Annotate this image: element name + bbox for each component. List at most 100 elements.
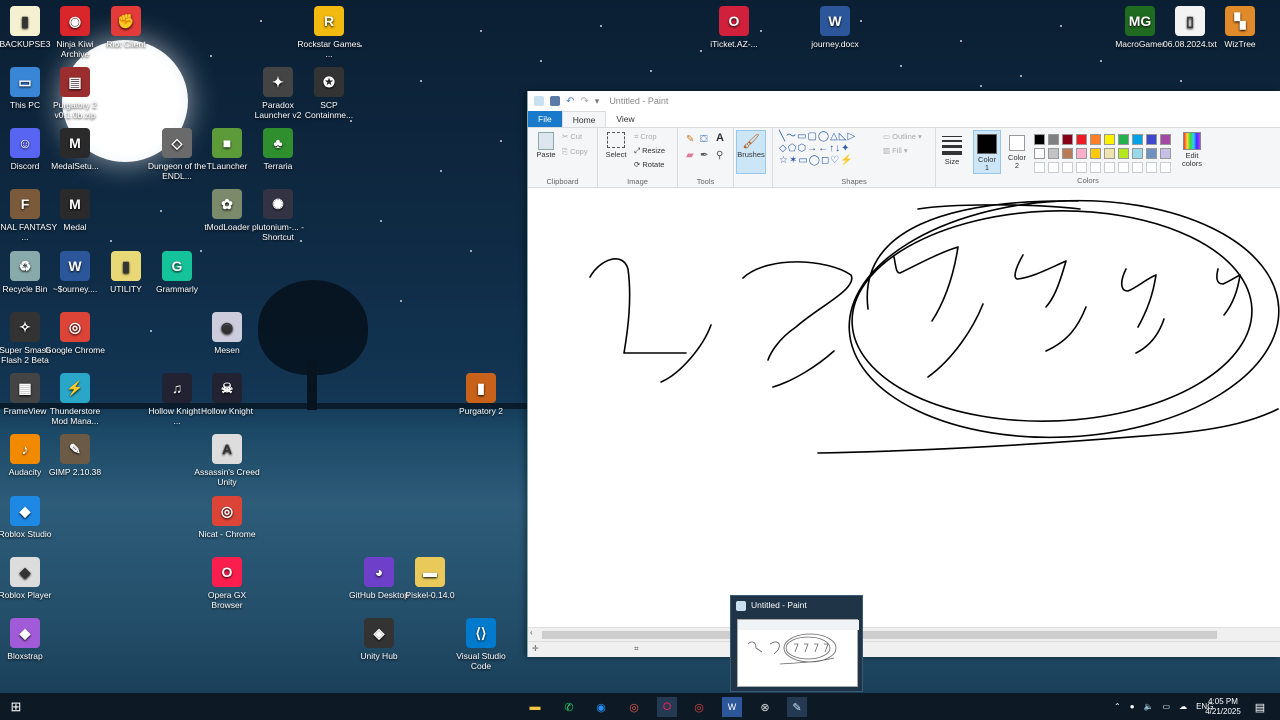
icon-wiztree[interactable]: ▚ WizTree xyxy=(1207,6,1273,49)
palette-empty-swatch[interactable] xyxy=(1146,162,1157,173)
quick-access-dropdown-icon[interactable]: ▾ xyxy=(595,96,600,107)
palette-swatch[interactable] xyxy=(1076,134,1087,145)
palette-swatch[interactable] xyxy=(1048,148,1059,159)
palette-swatch[interactable] xyxy=(1132,148,1143,159)
scrollbar-thumb[interactable] xyxy=(542,631,1217,639)
color1-button[interactable]: Color 1 xyxy=(973,130,1001,174)
select-button[interactable]: Select xyxy=(604,132,628,159)
cut-button[interactable]: ✂ Cut xyxy=(562,132,582,141)
palette-swatch[interactable] xyxy=(1160,134,1171,145)
brushes-button[interactable]: 🖌 Brushes xyxy=(736,130,766,174)
color-picker-icon[interactable]: ✒ xyxy=(700,150,708,161)
taskbar-thumbnail-preview[interactable]: Untitled - Paint xyxy=(730,595,863,692)
redo-icon[interactable]: ↷ xyxy=(580,96,588,107)
icon-nicat-chrome[interactable]: ◎ Nicat - Chrome xyxy=(194,496,260,539)
palette-swatch[interactable] xyxy=(1062,148,1073,159)
palette-empty-swatch[interactable] xyxy=(1090,162,1101,173)
magnifier-icon[interactable]: ⚲ xyxy=(716,150,723,161)
palette-empty-swatch[interactable] xyxy=(1160,162,1171,173)
word-icon[interactable]: W xyxy=(722,697,742,717)
color2-button[interactable]: Color 2 xyxy=(1003,130,1031,174)
icon-vscode[interactable]: ⟨⟩ Visual Studio Code xyxy=(448,618,514,671)
resize-button[interactable]: ⤢ Resize xyxy=(634,146,665,156)
palette-swatch[interactable] xyxy=(1048,134,1059,145)
fill-dropdown[interactable]: ▨ Fill ▾ xyxy=(883,146,908,155)
icon-unity-hub[interactable]: ◈ Unity Hub xyxy=(346,618,412,661)
volume-icon[interactable]: 🔈 xyxy=(1144,702,1154,711)
palette-swatch[interactable] xyxy=(1132,134,1143,145)
icon-journey-docx[interactable]: Wjourney.docx xyxy=(802,6,868,49)
palette-empty-swatch[interactable] xyxy=(1132,162,1143,173)
palette-empty-swatch[interactable] xyxy=(1104,162,1115,173)
network-icon[interactable]: ▭ xyxy=(1163,702,1171,711)
paint-titlebar[interactable]: ↶ ↷ ▾ Untitled - Paint xyxy=(528,91,1280,111)
icon-opera-gx[interactable]: O Opera GX Browser xyxy=(194,557,260,610)
edge-icon[interactable]: ◉ xyxy=(591,697,611,717)
edit-colors-button[interactable]: Edit colors xyxy=(1178,130,1206,174)
crop-button[interactable]: ⌗ Crop xyxy=(634,132,657,142)
whatsapp-icon[interactable]: ✆ xyxy=(559,697,579,717)
start-button[interactable]: ⊞ xyxy=(6,697,26,717)
onedrive-icon[interactable]: ☁ xyxy=(1179,702,1187,711)
copy-button[interactable]: ⎘ Copy xyxy=(562,147,588,157)
icon-medal[interactable]: M Medal xyxy=(42,189,108,232)
chrome-icon[interactable]: ◎ xyxy=(689,697,709,717)
palette-empty-swatch[interactable] xyxy=(1034,162,1045,173)
undo-icon[interactable]: ↶ xyxy=(566,96,574,107)
icon-grammarly[interactable]: G Grammarly xyxy=(144,251,210,294)
palette-swatch[interactable] xyxy=(1034,148,1045,159)
paint-taskbar-icon[interactable]: ✎ xyxy=(787,697,807,717)
icon-medal-setup[interactable]: M MedalSetu... xyxy=(42,128,108,171)
horizontal-scrollbar[interactable]: ‹ xyxy=(528,627,1280,641)
icon-piskel[interactable]: ▬ Piskel-0.14.0 xyxy=(397,557,463,600)
scroll-left-icon[interactable]: ‹ xyxy=(530,628,533,637)
paste-button[interactable]: Paste xyxy=(536,132,556,168)
palette-swatch[interactable] xyxy=(1090,148,1101,159)
palette-swatch[interactable] xyxy=(1118,134,1129,145)
tab-view[interactable]: View xyxy=(606,111,644,127)
shapes-gallery[interactable]: ╲〜▭▢◯△◺▷ ◇⬠⬡→←↑↓✦ ☆✶▭◯◻♡⚡ xyxy=(779,131,875,169)
palette-empty-swatch[interactable] xyxy=(1048,162,1059,173)
file-explorer-icon[interactable]: ▬ xyxy=(525,697,545,717)
palette-swatch[interactable] xyxy=(1146,148,1157,159)
opera-gx-icon[interactable]: O xyxy=(657,697,677,717)
palette-swatch[interactable] xyxy=(1076,148,1087,159)
icon-mesen[interactable]: ◉ Mesen xyxy=(194,312,260,355)
palette-swatch[interactable] xyxy=(1160,148,1171,159)
palette-swatch[interactable] xyxy=(1090,134,1101,145)
show-hidden-icons-icon[interactable]: ⌃ xyxy=(1114,702,1121,711)
size-button[interactable]: Size xyxy=(938,130,966,174)
palette-swatch[interactable] xyxy=(1104,148,1115,159)
icon-thunderstore[interactable]: ⚡ Thunderstore Mod Mana... xyxy=(42,373,108,426)
save-icon[interactable] xyxy=(550,96,560,106)
icon-roblox-player[interactable]: ◆ Roblox Player xyxy=(0,557,58,600)
icon-assassins-creed[interactable]: A Assassin's Creed Unity xyxy=(194,434,260,487)
icon-purgatory-2[interactable]: ▮ Purgatory 2 xyxy=(448,373,514,416)
palette-empty-swatch[interactable] xyxy=(1118,162,1129,173)
palette-empty-swatch[interactable] xyxy=(1062,162,1073,173)
rotate-button[interactable]: ⟳ Rotate xyxy=(634,160,664,169)
icon-rockstar[interactable]: R Rockstar Games ... xyxy=(296,6,362,59)
fill-bucket-icon[interactable]: ⛋ xyxy=(700,134,708,145)
outline-dropdown[interactable]: ▭ Outline ▾ xyxy=(883,132,922,141)
icon-riot-client[interactable]: ✊ Riot Client xyxy=(93,6,159,49)
icon-purgatory-zip[interactable]: ▤ Purgatory 2 v0.1.0b.zip xyxy=(42,67,108,120)
tab-home[interactable]: Home xyxy=(561,111,607,127)
palette-swatch[interactable] xyxy=(1146,134,1157,145)
text-icon[interactable]: A xyxy=(716,132,724,144)
palette-swatch[interactable] xyxy=(1104,134,1115,145)
pencil-icon[interactable]: ✎ xyxy=(686,134,694,145)
palette-swatch[interactable] xyxy=(1034,134,1045,145)
icon-bloxstrap[interactable]: ◆ Bloxstrap xyxy=(0,618,58,661)
xbox-app-icon[interactable]: ⊗ xyxy=(755,697,775,717)
notification-center-icon[interactable]: ▤ xyxy=(1250,697,1270,717)
palette-swatch[interactable] xyxy=(1062,134,1073,145)
icon-plutonium[interactable]: ✺ plutonium-... - Shortcut xyxy=(245,189,311,242)
icon-iticket[interactable]: OiTicket.AZ-... xyxy=(701,6,767,49)
icon-terraria[interactable]: ♣ Terraria xyxy=(245,128,311,171)
icon-gimp[interactable]: ✎ GIMP 2.10.38 xyxy=(42,434,108,477)
tab-file[interactable]: File xyxy=(528,111,562,127)
palette-swatch[interactable] xyxy=(1118,148,1129,159)
paint-window[interactable]: ↶ ↷ ▾ Untitled - Paint File Home View Pa… xyxy=(527,91,1280,657)
microphone-icon[interactable]: ● xyxy=(1130,702,1135,711)
